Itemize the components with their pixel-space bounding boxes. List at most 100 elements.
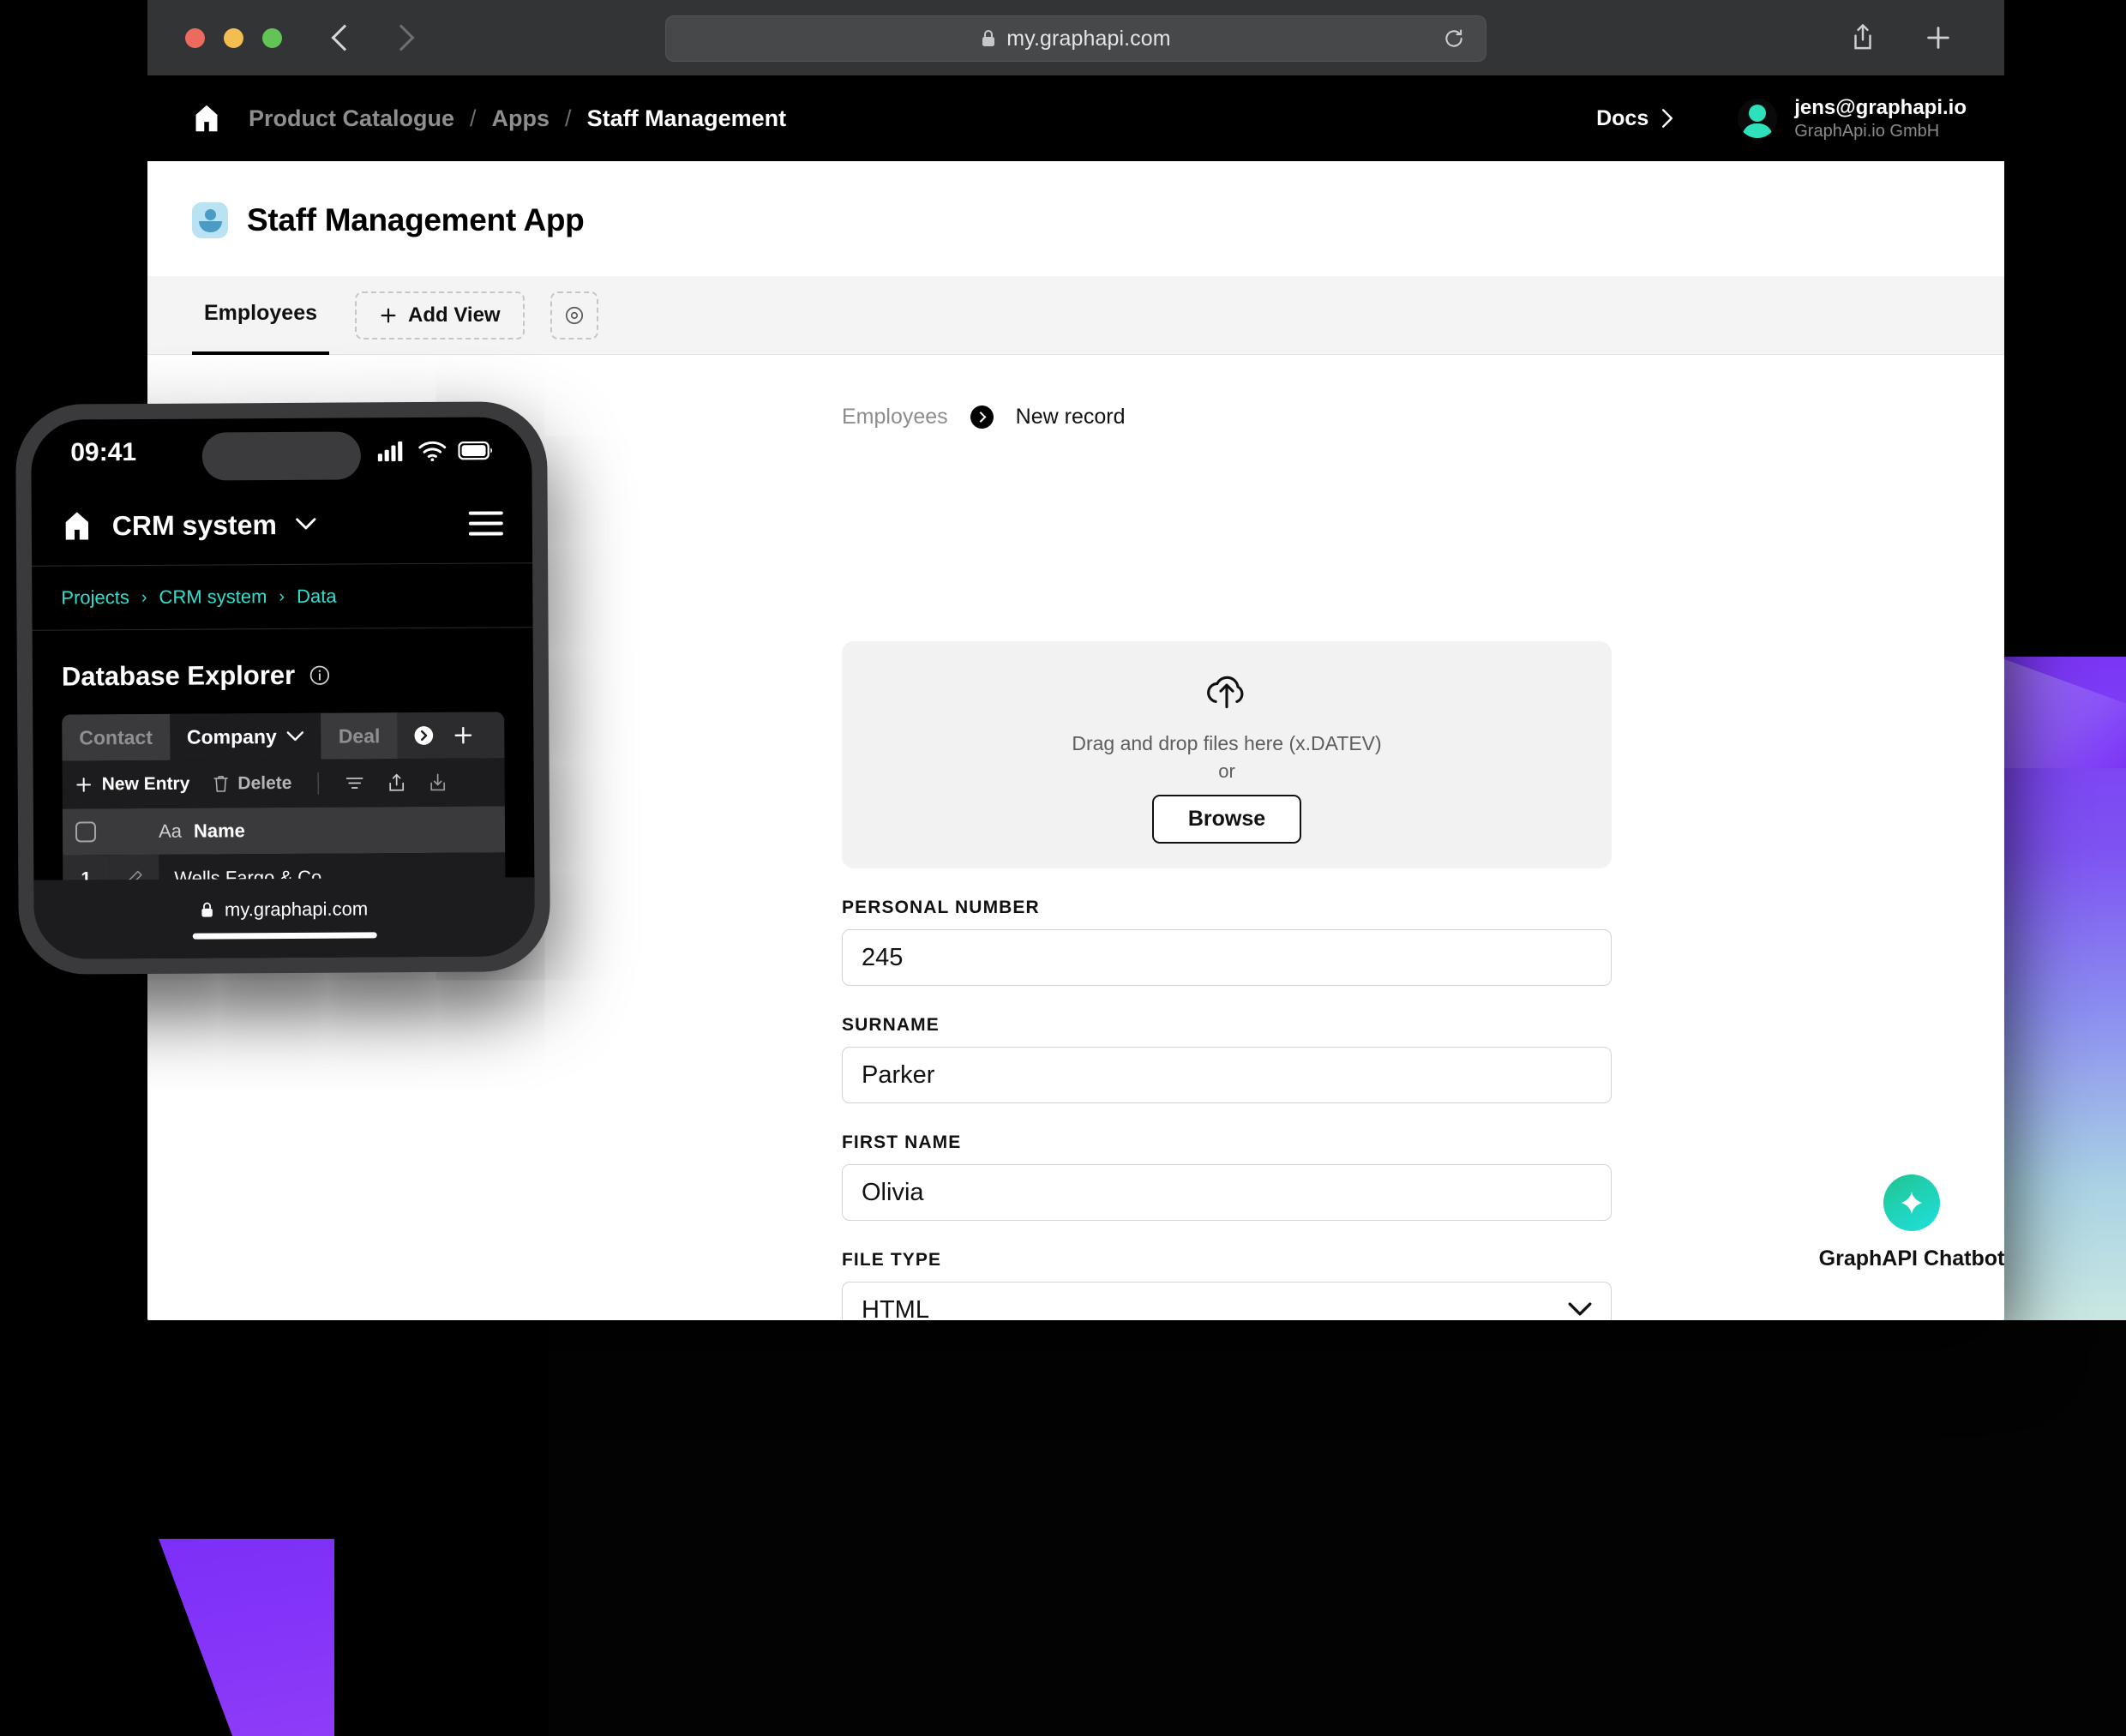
plus-icon[interactable]	[452, 724, 474, 747]
chevron-right-circle-icon[interactable]	[412, 724, 435, 747]
info-icon[interactable]	[309, 664, 331, 687]
filter-icon[interactable]	[344, 774, 364, 791]
maximize-window-button[interactable]	[262, 27, 282, 48]
address-bar[interactable]: my.graphapi.com	[665, 15, 1486, 62]
phone-screen: 09:41 CRM system Projects › CRM system ›…	[31, 417, 535, 959]
chatbot-launcher[interactable]: GraphAPI Chatbot	[1800, 1174, 2023, 1271]
background-gradient-triangle-purple	[159, 1539, 334, 1736]
first-name-input[interactable]	[842, 1164, 1612, 1221]
chevron-right-circle-icon	[970, 405, 994, 429]
database-toolbar: New Entry Delete	[62, 758, 505, 809]
sparkle-icon[interactable]	[1883, 1174, 1940, 1231]
file-dropzone[interactable]: Drag and drop files here (x.DATEV) or Br…	[842, 641, 1612, 868]
upload-icon[interactable]	[387, 772, 405, 793]
field-label-surname: SURNAME	[842, 1015, 940, 1035]
select-all-checkbox[interactable]	[63, 821, 109, 843]
tab-company[interactable]: Company	[169, 712, 321, 760]
phone-url[interactable]: my.graphapi.com	[201, 898, 368, 921]
file-type-select[interactable]: HTML	[842, 1282, 1612, 1320]
breadcrumb-separator: ›	[279, 586, 285, 606]
tab-deal[interactable]: Deal	[321, 712, 398, 760]
field-first-name: FIRST NAME	[842, 1132, 1612, 1221]
breadcrumb-item-apps[interactable]: Apps	[492, 105, 550, 132]
table-header-row: Aa Name	[62, 806, 506, 856]
new-entry-button[interactable]: New Entry	[75, 774, 190, 796]
database-explorer-header: Database Explorer	[33, 628, 534, 715]
download-icon[interactable]	[428, 772, 447, 793]
text-type-icon: Aa	[158, 820, 183, 842]
new-tab-plus-icon[interactable]	[1924, 23, 1953, 52]
phone-browser-url-bar: my.graphapi.com	[33, 877, 535, 959]
browse-button[interactable]: Browse	[1151, 794, 1302, 844]
add-view-label: Add View	[408, 303, 501, 327]
tab-contact[interactable]: Contact	[62, 713, 171, 761]
lock-icon	[201, 902, 213, 917]
user-account-block[interactable]: jens@graphapi.io GraphApi.io GmbH	[1738, 95, 1967, 142]
tab-employees[interactable]: Employees	[192, 276, 330, 355]
cellular-signal-icon	[377, 441, 403, 462]
browser-chrome-actions	[1850, 23, 1977, 52]
phone-url-text: my.graphapi.com	[224, 897, 369, 920]
cloud-upload-icon	[1207, 676, 1244, 708]
app-top-bar: Product Catalogue / Apps / Staff Managem…	[147, 75, 2004, 161]
surname-input[interactable]	[842, 1047, 1612, 1103]
delete-label: Delete	[237, 772, 292, 794]
delete-button[interactable]: Delete	[212, 773, 291, 795]
hamburger-menu-icon[interactable]	[468, 511, 503, 536]
trash-icon	[213, 776, 228, 792]
target-icon	[565, 306, 583, 324]
phone-breadcrumb-projects[interactable]: Projects	[61, 586, 129, 609]
battery-icon	[458, 441, 493, 460]
view-settings-button[interactable]	[550, 291, 598, 339]
field-label-personal-number: PERSONAL NUMBER	[842, 898, 1040, 917]
tab-actions	[397, 724, 489, 748]
app-title-row: Staff Management App	[147, 161, 2004, 238]
phone-status-icons	[377, 441, 493, 462]
chevron-down-icon[interactable]	[296, 518, 316, 532]
minimize-window-button[interactable]	[224, 27, 243, 48]
breadcrumb-item-product-catalogue[interactable]: Product Catalogue	[249, 105, 454, 132]
phone-app-title: CRM system	[111, 508, 278, 541]
forward-icon[interactable]	[387, 24, 415, 51]
record-breadcrumb-new-record: New record	[1015, 405, 1126, 429]
top-bar-right: Docs jens@graphapi.io GraphApi.io GmbH	[1596, 95, 1967, 142]
new-record-form: Drag and drop files here (x.DATEV) or Br…	[842, 641, 1612, 1320]
phone-app-bar: CRM system	[32, 484, 533, 566]
column-header-name[interactable]: Aa Name	[159, 820, 245, 843]
sparkle-glyph-icon	[1901, 1191, 1922, 1215]
field-file-type: FILE TYPE HTML	[842, 1250, 1612, 1320]
database-explorer-title: Database Explorer	[61, 659, 296, 692]
home-icon[interactable]	[61, 509, 93, 542]
dropzone-or-text: or	[1218, 760, 1235, 782]
lock-icon	[982, 30, 995, 46]
user-email: jens@graphapi.io	[1794, 95, 1967, 119]
back-icon[interactable]	[331, 24, 358, 51]
chevron-down-icon	[1568, 1302, 1592, 1316]
docs-label: Docs	[1596, 105, 1649, 130]
plus-icon	[381, 308, 396, 322]
reload-icon[interactable]	[1443, 27, 1465, 50]
close-window-button[interactable]	[185, 27, 205, 48]
breadcrumb-item-staff-management[interactable]: Staff Management	[587, 105, 787, 132]
home-icon[interactable]	[192, 103, 221, 134]
personal-number-input[interactable]	[842, 929, 1612, 986]
phone-breadcrumb: Projects › CRM system › Data	[32, 562, 533, 631]
tab-company-label: Company	[186, 724, 277, 748]
chevron-right-icon	[1662, 109, 1673, 128]
docs-link[interactable]: Docs	[1596, 106, 1674, 131]
record-breadcrumb-employees[interactable]: Employees	[842, 405, 948, 429]
add-view-button[interactable]: Add View	[355, 291, 525, 339]
chatbot-label: GraphAPI Chatbot	[1818, 1246, 2005, 1270]
plus-icon	[76, 778, 92, 792]
breadcrumb-separator: /	[470, 105, 477, 131]
share-icon[interactable]	[1850, 23, 1876, 52]
wifi-icon	[418, 441, 447, 462]
window-traffic-lights[interactable]	[185, 27, 282, 48]
browser-nav-buttons[interactable]	[331, 24, 415, 51]
field-label-file-type: FILE TYPE	[842, 1250, 942, 1270]
home-indicator	[192, 931, 377, 940]
phone-breadcrumb-data[interactable]: Data	[297, 586, 337, 608]
phone-breadcrumb-crm-system[interactable]: CRM system	[159, 586, 267, 609]
database-table-tabs: Contact Company Deal	[62, 712, 505, 761]
field-label-first-name: FIRST NAME	[842, 1132, 962, 1152]
